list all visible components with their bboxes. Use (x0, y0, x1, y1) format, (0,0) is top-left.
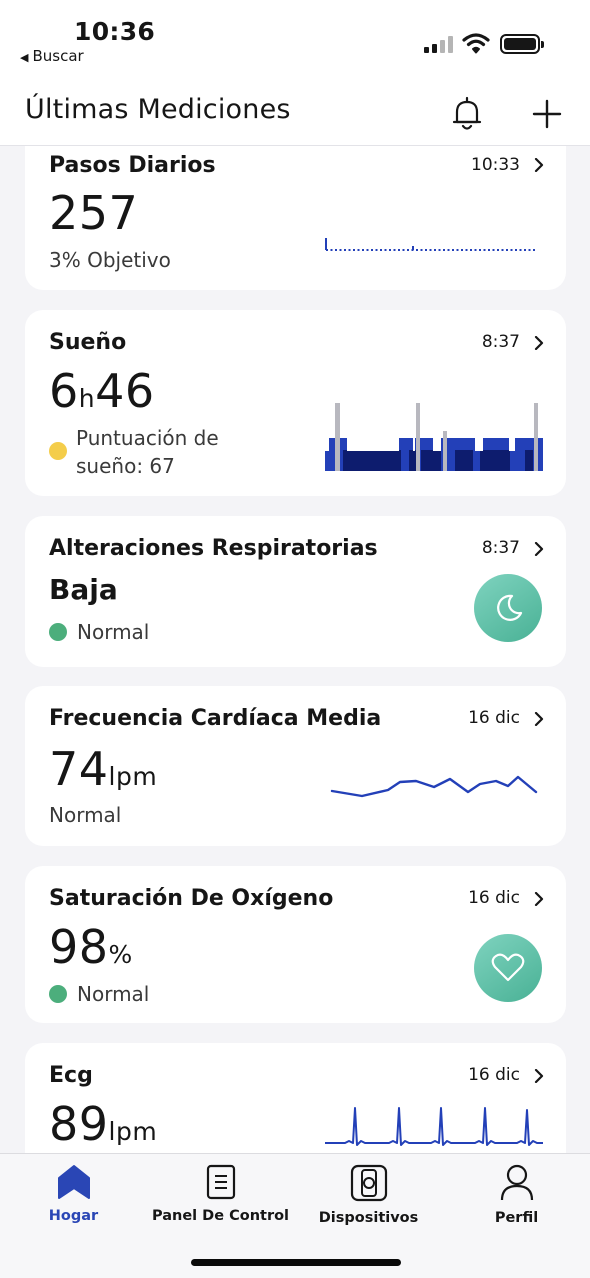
tab-label: Panel De Control (151, 1208, 290, 1224)
heart-rate-card[interactable]: Frecuencia Cardíaca Media 16 dic 74lpm N… (25, 686, 566, 846)
app-header: Últimas Mediciones (0, 80, 590, 146)
clipboard-icon (206, 1164, 235, 1200)
back-triangle-icon: ◀ (20, 51, 29, 64)
steps-time: 10:33 (471, 155, 520, 175)
home-indicator (191, 1259, 401, 1266)
breathing-title: Alteraciones Respiratorias (49, 536, 378, 561)
page-title: Últimas Mediciones (25, 94, 291, 125)
heart-rate-title: Frecuencia Cardíaca Media (49, 706, 382, 731)
person-icon (500, 1164, 533, 1201)
tab-perfil[interactable]: Perfil (443, 1164, 590, 1226)
tab-hogar[interactable]: Hogar (0, 1164, 147, 1224)
breathing-card[interactable]: Alteraciones Respiratorias 8:37 Baja Nor… (25, 516, 566, 667)
status-bar: 10:36 ◀ Buscar (0, 0, 590, 80)
chevron-right-icon (534, 892, 544, 906)
oxygen-time: 16 dic (468, 888, 520, 908)
oxygen-status-label: Normal (77, 982, 150, 1006)
ecg-value: 89lpm (49, 1097, 158, 1151)
steps-title: Pasos Diarios (49, 153, 216, 178)
sleep-score-label: Puntuación de sueño: 67 (76, 426, 219, 478)
ecg-time: 16 dic (468, 1065, 520, 1085)
status-dot (49, 984, 67, 1003)
heart-rate-status: Normal (49, 803, 122, 827)
steps-goal: 3% Objetivo (49, 248, 171, 272)
watch-icon (350, 1164, 387, 1202)
sleep-card[interactable]: Sueño 8:37 6h46 Puntuación de sueño: 67 (25, 310, 566, 496)
chevron-right-icon (534, 158, 544, 172)
status-dot (49, 622, 67, 641)
bell-icon[interactable] (450, 96, 484, 132)
heart-icon (474, 934, 542, 1002)
sleep-time: 8:37 (481, 332, 520, 352)
home-icon (57, 1165, 90, 1199)
tab-label: Dispositivos (318, 1210, 419, 1226)
back-to-search-link[interactable]: ◀ Buscar (20, 47, 84, 65)
steps-sparkline (325, 238, 535, 251)
tab-label: Hogar (48, 1208, 99, 1224)
chevron-right-icon (534, 336, 544, 350)
heart-rate-time: 16 dic (468, 708, 520, 728)
tab-dispositivos[interactable]: Dispositivos (295, 1164, 442, 1226)
plus-icon[interactable] (530, 97, 564, 131)
wifi-icon (462, 33, 490, 54)
breathing-value: Baja (49, 573, 118, 606)
heart-rate-sparkline (330, 775, 538, 798)
sleep-duration: 6h46 (49, 364, 155, 418)
breathing-time: 8:37 (481, 538, 520, 558)
oxygen-status: Normal (49, 982, 149, 1006)
battery-icon (500, 34, 544, 54)
sleep-hypnogram (325, 403, 543, 471)
sleep-score-dot (49, 442, 67, 460)
chevron-right-icon (534, 542, 544, 556)
cellular-signal-icon (424, 35, 454, 53)
clock: 10:36 (74, 17, 156, 46)
breathing-status-label: Normal (77, 620, 150, 644)
ecg-card[interactable]: Ecg 16 dic 89lpm (25, 1043, 566, 1153)
steps-value: 257 (49, 186, 139, 240)
oxygen-card[interactable]: Saturación De Oxígeno 16 dic 98% Normal (25, 866, 566, 1023)
ecg-waveform (325, 1107, 543, 1146)
oxygen-value: 98% (49, 920, 133, 974)
moon-icon (474, 574, 542, 642)
steps-card[interactable]: Pasos Diarios 10:33 257 3% Objetivo (25, 146, 566, 290)
breathing-status: Normal (49, 620, 149, 644)
chevron-right-icon (534, 1069, 544, 1083)
chevron-right-icon (534, 712, 544, 726)
tab-label: Perfil (494, 1210, 539, 1226)
ecg-title: Ecg (49, 1063, 93, 1088)
tab-panel-de-control[interactable]: Panel De Control (147, 1164, 294, 1224)
sleep-title: Sueño (49, 330, 127, 355)
heart-rate-value: 74lpm (49, 742, 158, 796)
sleep-score: Puntuación de sueño: 67 (49, 424, 289, 480)
measurements-list[interactable]: Pasos Diarios 10:33 257 3% Objetivo Sueñ… (0, 146, 590, 1153)
back-label: Buscar (32, 47, 84, 65)
screen: 10:36 ◀ Buscar Últimas Mediciones Pasos … (0, 0, 590, 1278)
oxygen-title: Saturación De Oxígeno (49, 886, 334, 911)
